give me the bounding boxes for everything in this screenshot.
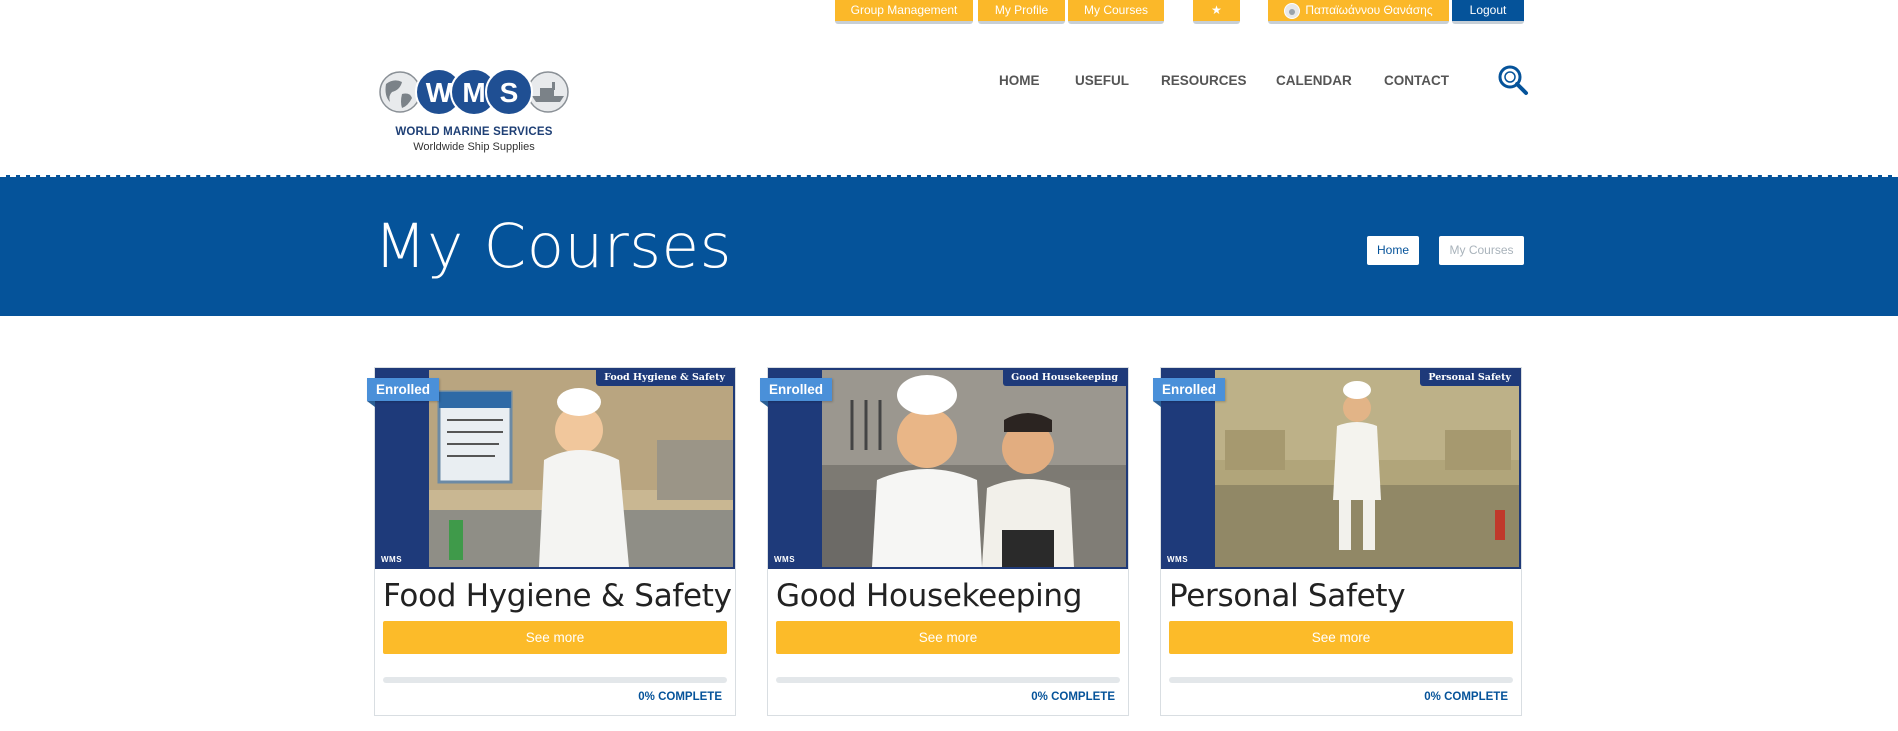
nav-resources[interactable]: RESOURCES [1161, 73, 1247, 88]
chef-standing-image [1215, 370, 1519, 567]
thumbnail-logo: WMS [1167, 555, 1189, 564]
course-title[interactable]: Good Housekeeping [776, 578, 1082, 614]
group-management-button[interactable]: Group Management [835, 0, 973, 24]
logout-button[interactable]: Logout [1452, 0, 1524, 24]
see-more-button[interactable]: See more [1169, 621, 1513, 654]
my-profile-button[interactable]: My Profile [978, 0, 1065, 24]
thumbnail-logo: WMS [774, 555, 796, 564]
course-title[interactable]: Food Hygiene & Safety [383, 578, 732, 614]
user-profile-button[interactable]: Παπαϊωάννου Θανάσης [1268, 0, 1449, 24]
see-more-button[interactable]: See more [383, 621, 727, 654]
wms-logo-graphic: W M S [379, 68, 569, 116]
progress-label: 0% COMPLETE [638, 691, 722, 703]
enrolled-badge: Enrolled [760, 378, 833, 407]
logo-letter-w: W [426, 77, 453, 108]
search-icon[interactable] [1497, 64, 1529, 96]
logo-letter-s: S [500, 77, 519, 108]
progress-bar [383, 677, 727, 683]
brand-name: WORLD MARINE SERVICES [395, 126, 553, 138]
page-banner: My Courses Home My Courses [0, 175, 1898, 316]
breadcrumb-home[interactable]: Home [1367, 236, 1420, 265]
thumbnail-course-tag: Food Hygiene & Safety [596, 370, 733, 386]
logo-letter-m: M [462, 77, 485, 108]
progress-bar [776, 677, 1120, 683]
enrolled-badge: Enrolled [1153, 378, 1226, 407]
nav-contact[interactable]: CONTACT [1384, 73, 1449, 88]
course-card: Good Housekeeping WMS Enrolled Good Hous… [760, 367, 1129, 716]
chef-handwashing-image [429, 370, 733, 567]
site-logo[interactable]: W M S WORLD MARINE SERVICES Worldwide Sh… [376, 68, 572, 154]
avatar [1284, 2, 1301, 19]
nav-home[interactable]: HOME [999, 73, 1040, 88]
two-chefs-image [822, 370, 1126, 567]
progress-label: 0% COMPLETE [1424, 691, 1508, 703]
course-card: Food Hygiene & Safety WMS Enrolled Food … [367, 367, 736, 716]
progress-bar [1169, 677, 1513, 683]
thumbnail-logo: WMS [381, 555, 403, 564]
see-more-button[interactable]: See more [776, 621, 1120, 654]
course-card: Personal Safety WMS Enrolled Personal Sa… [1153, 367, 1522, 716]
nav-calendar[interactable]: CALENDAR [1276, 73, 1352, 88]
user-name: Παπαϊωάννου Θανάσης [1305, 3, 1433, 17]
my-courses-button[interactable]: My Courses [1068, 0, 1164, 24]
nav-useful[interactable]: USEFUL [1075, 73, 1129, 88]
progress-label: 0% COMPLETE [1031, 691, 1115, 703]
enrolled-badge: Enrolled [367, 378, 440, 407]
course-title[interactable]: Personal Safety [1169, 578, 1406, 614]
page-title: My Courses [374, 211, 732, 282]
thumbnail-course-tag: Personal Safety [1420, 370, 1519, 386]
star-icon: ★ [1211, 3, 1222, 17]
top-utility-bar: Group Management My Profile My Courses ★… [0, 0, 1898, 26]
favorites-button[interactable]: ★ [1193, 0, 1240, 24]
breadcrumb-current: My Courses [1439, 236, 1524, 265]
brand-tagline: Worldwide Ship Supplies [413, 141, 535, 153]
thumbnail-course-tag: Good Housekeeping [1003, 370, 1126, 386]
